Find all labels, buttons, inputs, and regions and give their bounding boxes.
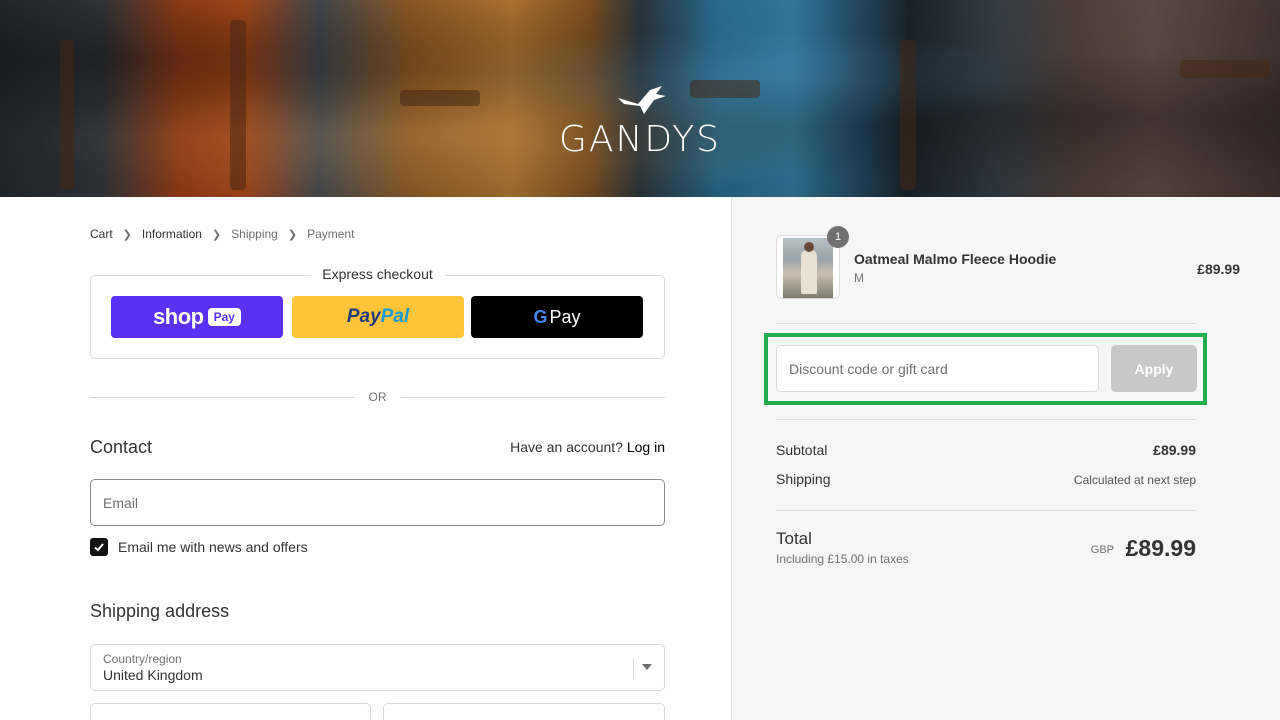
total-label: Total bbox=[776, 529, 812, 548]
brand-logo[interactable]: GANDYS bbox=[540, 84, 740, 160]
google-pay-label: Pay bbox=[549, 306, 581, 327]
shop-pay-label: shop bbox=[153, 304, 204, 329]
country-select[interactable]: Country/region United Kingdom bbox=[90, 644, 665, 691]
breadcrumb-cart[interactable]: Cart bbox=[90, 227, 113, 241]
chevron-right-icon: ❯ bbox=[287, 228, 298, 241]
product-name: Oatmeal Malmo Fleece Hoodie bbox=[854, 251, 1057, 267]
total-value: £89.99 bbox=[1125, 535, 1196, 561]
chevron-right-icon: ❯ bbox=[122, 228, 132, 241]
discount-code-input[interactable] bbox=[776, 345, 1099, 392]
contact-title: Contact bbox=[90, 437, 153, 457]
express-checkout: Express checkout shop Pay PayPal G Pay bbox=[90, 266, 665, 359]
subtotal-value: £89.99 bbox=[1153, 442, 1196, 458]
tax-note: Including £15.00 in taxes bbox=[776, 552, 909, 566]
header-banner: GANDYS bbox=[0, 0, 1280, 197]
product-price: £89.99 bbox=[1197, 261, 1240, 277]
checkmark-icon bbox=[94, 543, 104, 552]
order-summary: 1 Oatmeal Malmo Fleece Hoodie M £89.99 A… bbox=[731, 197, 1280, 720]
chevron-right-icon: ❯ bbox=[211, 228, 222, 241]
divider bbox=[776, 323, 1196, 324]
breadcrumb-shipping: Shipping bbox=[231, 227, 278, 241]
shipping-address-title: Shipping address bbox=[90, 601, 230, 621]
discount-highlight: Apply bbox=[764, 333, 1207, 405]
express-checkout-title: Express checkout bbox=[310, 266, 445, 282]
login-link[interactable]: Log in bbox=[627, 439, 665, 455]
paypal-label: PayPal bbox=[346, 306, 410, 327]
shipping-value: Calculated at next step bbox=[1073, 473, 1196, 487]
first-name-field[interactable] bbox=[90, 703, 371, 720]
paypal-button[interactable]: PayPal bbox=[292, 296, 464, 338]
chevron-down-icon bbox=[642, 664, 652, 670]
quantity-badge: 1 bbox=[827, 226, 849, 248]
shop-pay-button[interactable]: shop Pay bbox=[111, 296, 283, 338]
breadcrumb: Cart ❯ Information ❯ Shipping ❯ Payment bbox=[90, 227, 354, 241]
google-g-icon: G bbox=[533, 306, 548, 327]
country-value: United Kingdom bbox=[103, 667, 203, 683]
last-name-field[interactable] bbox=[383, 703, 665, 720]
account-prompt-text: Have an account? bbox=[510, 439, 623, 455]
country-label: Country/region bbox=[103, 652, 182, 666]
shipping-label: Shipping bbox=[776, 471, 831, 487]
bird-logo-icon bbox=[618, 86, 666, 114]
divider bbox=[776, 510, 1196, 511]
currency-code: GBP bbox=[1090, 544, 1114, 556]
or-label: OR bbox=[368, 390, 387, 404]
email-field[interactable] bbox=[90, 479, 665, 526]
account-prompt: Have an account? Log in bbox=[510, 439, 665, 455]
divider bbox=[776, 419, 1196, 420]
checkout-form: Cart ❯ Information ❯ Shipping ❯ Payment … bbox=[90, 197, 665, 720]
apply-button[interactable]: Apply bbox=[1111, 345, 1197, 392]
shop-pay-pill: Pay bbox=[207, 308, 241, 326]
breadcrumb-payment: Payment bbox=[307, 227, 355, 241]
product-variant: M bbox=[854, 271, 864, 285]
cart-item: 1 Oatmeal Malmo Fleece Hoodie M £89.99 bbox=[776, 226, 1240, 301]
newsletter-checkbox[interactable] bbox=[90, 538, 108, 556]
or-divider: OR bbox=[90, 387, 665, 407]
newsletter-label: Email me with news and offers bbox=[118, 539, 308, 555]
subtotal-label: Subtotal bbox=[776, 442, 828, 458]
newsletter-option: Email me with news and offers bbox=[90, 538, 308, 556]
breadcrumb-information: Information bbox=[141, 227, 202, 241]
brand-wordmark: GANDYS bbox=[558, 119, 722, 160]
total-row: Total Including £15.00 in taxes GBP £89.… bbox=[776, 529, 1196, 569]
google-pay-button[interactable]: G Pay bbox=[471, 296, 643, 338]
